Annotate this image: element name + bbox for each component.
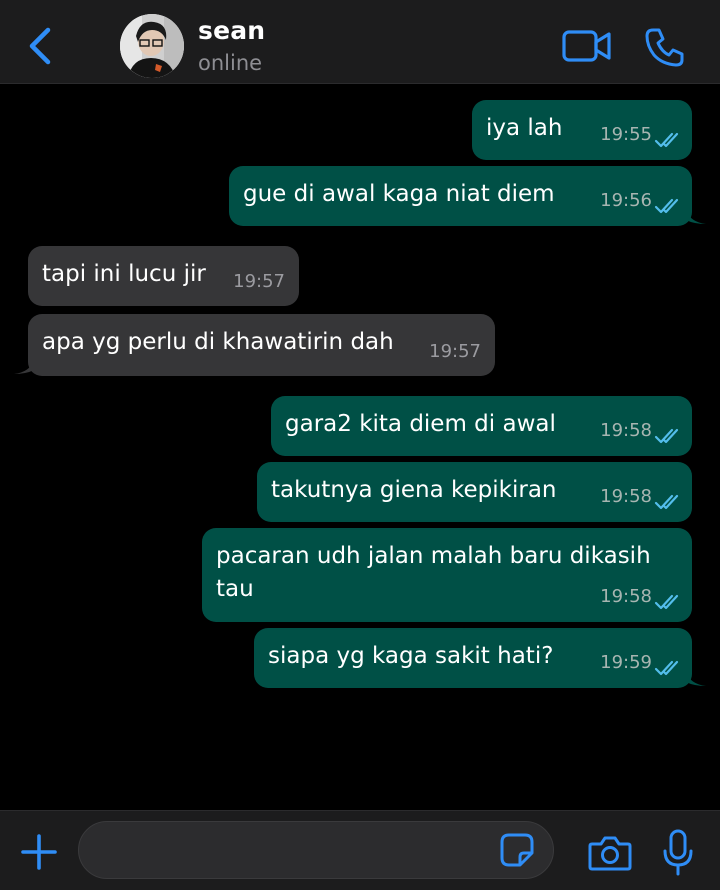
- message-text: takutnya giena kepikiran: [271, 477, 557, 503]
- chat-header: sean online: [0, 0, 720, 84]
- message-text: iya lah: [486, 115, 563, 141]
- attach-button[interactable]: [20, 833, 58, 871]
- sticker-button[interactable]: [500, 833, 534, 867]
- chat-screen: sean online iya lah 19:55 gue di awal ka…: [0, 0, 720, 890]
- voice-call-button[interactable]: [644, 26, 686, 68]
- read-ticks-icon: [654, 198, 679, 214]
- message-time: 19:58: [600, 420, 652, 441]
- avatar-photo: [120, 14, 184, 78]
- back-button[interactable]: [22, 24, 58, 68]
- message-text: tapi ini lucu jir: [42, 261, 206, 287]
- message-bubble-outgoing[interactable]: gue di awal kaga niat diem 19:56: [229, 166, 692, 226]
- read-ticks-icon: [654, 132, 679, 148]
- video-call-button[interactable]: [562, 28, 612, 64]
- message-bubble-incoming[interactable]: apa yg perlu di khawatirin dah 19:57: [28, 314, 495, 376]
- message-text: siapa yg kaga sakit hati?: [268, 643, 554, 669]
- bubble-tail: [686, 210, 706, 224]
- plus-icon: [21, 834, 57, 870]
- bubble-tail: [686, 672, 706, 686]
- message-text: apa yg perlu di khawatirin dah: [42, 329, 394, 355]
- message-time: 19:56: [600, 190, 652, 211]
- read-ticks-icon: [654, 428, 679, 444]
- microphone-icon: [663, 829, 693, 876]
- voice-note-button[interactable]: [662, 829, 694, 877]
- composer-bar: [0, 810, 720, 890]
- bubble-tail: [14, 360, 34, 374]
- message-time: 19:57: [429, 341, 481, 362]
- phone-icon: [645, 28, 684, 67]
- avatar[interactable]: [120, 14, 184, 78]
- read-ticks-icon: [654, 660, 679, 676]
- camera-icon: [588, 836, 632, 871]
- read-ticks-icon: [654, 494, 679, 510]
- message-bubble-outgoing[interactable]: pacaran udh jalan malah baru dikasih tau…: [202, 528, 692, 622]
- video-camera-icon: [562, 30, 611, 62]
- contact-status: online: [198, 51, 263, 75]
- camera-button[interactable]: [588, 835, 632, 871]
- message-bubble-outgoing[interactable]: siapa yg kaga sakit hati? 19:59: [254, 628, 692, 688]
- message-input[interactable]: [78, 821, 554, 879]
- message-time: 19:55: [600, 124, 652, 145]
- message-text: gara2 kita diem di awal: [285, 411, 556, 437]
- message-text: gue di awal kaga niat diem: [243, 181, 555, 207]
- read-ticks-icon: [654, 594, 679, 610]
- message-time: 19:58: [600, 486, 652, 507]
- message-time: 19:57: [233, 271, 285, 292]
- message-bubble-outgoing[interactable]: takutnya giena kepikiran 19:58: [257, 462, 692, 522]
- message-bubble-outgoing[interactable]: gara2 kita diem di awal 19:58: [271, 396, 692, 456]
- message-time: 19:59: [600, 652, 652, 673]
- message-bubble-incoming[interactable]: tapi ini lucu jir 19:57: [28, 246, 299, 306]
- message-bubble-outgoing[interactable]: iya lah 19:55: [472, 100, 692, 160]
- message-list[interactable]: iya lah 19:55 gue di awal kaga niat diem…: [0, 84, 720, 810]
- sticker-icon: [500, 833, 534, 867]
- chevron-left-icon: [29, 27, 51, 65]
- contact-name[interactable]: sean: [198, 16, 265, 45]
- message-time: 19:58: [600, 586, 652, 607]
